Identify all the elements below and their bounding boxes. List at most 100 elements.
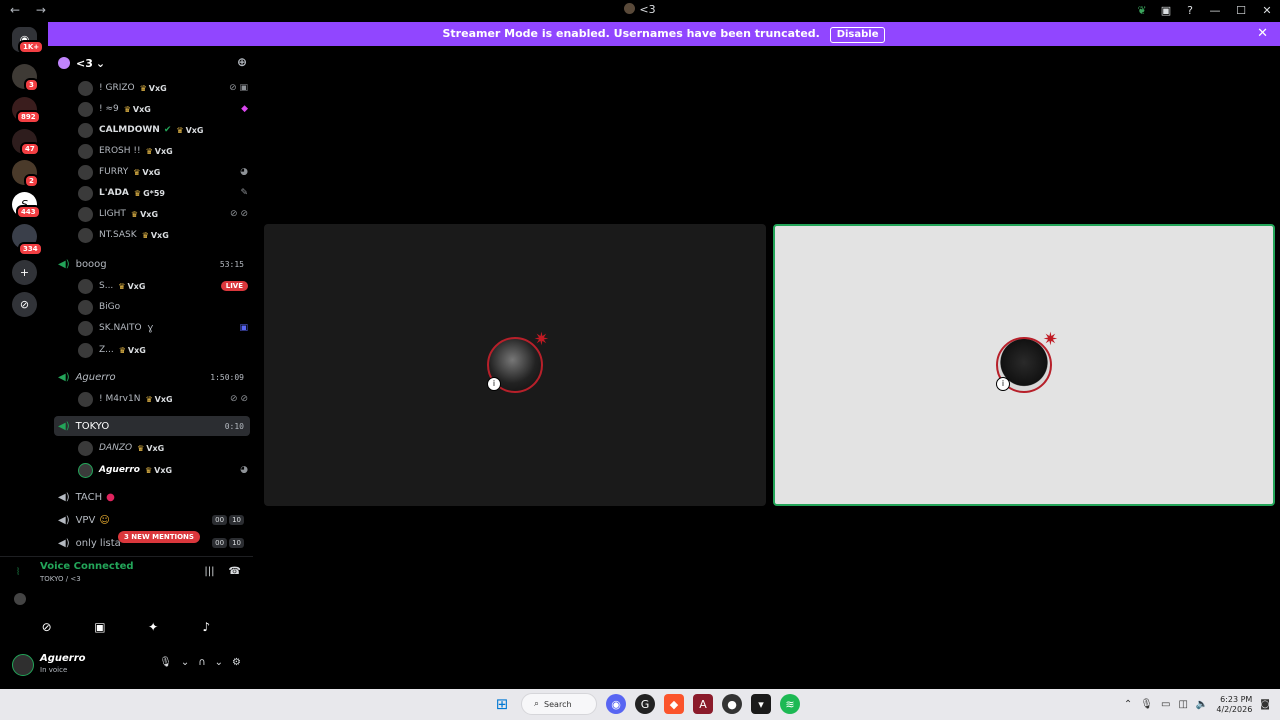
spotify-icon[interactable]: ≋	[780, 694, 800, 714]
g-app-icon[interactable]: G	[635, 694, 655, 714]
participant-avatar[interactable]	[14, 593, 26, 605]
voice-member[interactable]: ! M4rv1N VxG ⊘ ⊘	[78, 389, 248, 409]
member-tag: VxG	[176, 126, 204, 135]
brave-browser-icon[interactable]: ◆	[664, 694, 684, 714]
banner-close-icon[interactable]: ✕	[1257, 22, 1268, 46]
pill-icon: ●	[106, 491, 115, 503]
volume-icon[interactable]: 🔈	[1196, 699, 1208, 710]
screen-share-icon[interactable]: ▣	[85, 615, 115, 639]
emoji-icon: ☺	[99, 514, 110, 526]
user-name[interactable]: Aguerro	[40, 653, 86, 664]
adobe-app-icon[interactable]: A	[693, 694, 713, 714]
member-name: L'ADA	[99, 188, 129, 198]
unread-badge: 892	[16, 110, 41, 124]
avatar	[78, 278, 93, 294]
inbox-icon[interactable]: ▣	[1154, 4, 1178, 17]
chevron-down-icon[interactable]: ⌄	[181, 657, 189, 668]
leaf-icon[interactable]: ❦	[1130, 4, 1154, 17]
display-icon[interactable]: ▭	[1161, 699, 1170, 710]
avatar	[78, 391, 93, 407]
muted-deafened-icon: ⊘ ⊘	[230, 209, 248, 219]
speaker-icon: ◀)	[58, 514, 70, 526]
emoji-icon: Ɣ	[147, 323, 154, 333]
voice-channel-vpv[interactable]: ◀) VPV ☺ 00 10	[54, 510, 250, 530]
close-window-icon[interactable]: ✕	[1254, 4, 1280, 17]
voice-member[interactable]: S... VxG LIVE	[78, 276, 248, 296]
member-name: LIGHT	[99, 209, 126, 219]
voice-member[interactable]: CALMDOWN✔ VxG	[78, 120, 248, 140]
avatar	[78, 80, 93, 96]
clock[interactable]: 6:23 PM 4/2/2026	[1216, 695, 1252, 715]
camera-off-icon[interactable]: ⊘	[32, 615, 62, 639]
voice-location[interactable]: TOKYO / <3	[40, 575, 81, 583]
voice-member[interactable]: LIGHT VxG ⊘ ⊘	[78, 204, 248, 224]
add-server-icon[interactable]: +	[12, 260, 37, 285]
voice-member[interactable]: ! GRIZO VxG ⊘ ▣	[78, 78, 248, 98]
headphones-icon[interactable]: ∩	[198, 657, 205, 668]
avatar	[78, 440, 93, 456]
discord-app-icon[interactable]: ◉	[606, 694, 626, 714]
windows-start-icon[interactable]: ⊞	[492, 694, 512, 714]
invite-user-icon[interactable]: ⊕	[237, 55, 247, 69]
chevron-up-icon[interactable]: ⌃	[1124, 699, 1132, 710]
voice-member[interactable]: NT.SASK VxG	[78, 225, 248, 245]
unread-badge: 443	[16, 205, 41, 219]
voice-member[interactable]: FURRY VxG ◕	[78, 162, 248, 182]
voice-member[interactable]: Z... VxG	[78, 340, 248, 360]
voice-member-self[interactable]: Aguerro VxG ◕	[78, 460, 248, 480]
app-icon[interactable]: ▾	[751, 694, 771, 714]
star-decoration-icon: ✷	[1042, 329, 1058, 350]
voice-stage: ✷ i ✷ i	[257, 46, 1280, 686]
voice-status[interactable]: Voice Connected	[40, 561, 134, 572]
settings-gear-icon[interactable]: ⚙	[232, 657, 241, 668]
voice-connection-panel: ⦚ Voice Connected TOKYO / <3 ||| ☎ ⊘ ▣ ✦…	[0, 556, 253, 686]
streamer-mode-banner: Streamer Mode is enabled. Usernames have…	[48, 22, 1280, 46]
microphone-icon[interactable]: 🎙	[159, 657, 172, 668]
disconnect-icon[interactable]: ☎	[229, 566, 241, 577]
channel-sidebar: <3 ⌄ ⊕ ! GRIZO VxG ⊘ ▣ ! ≈9 VxG ◆ CALMDOWN✔ V…	[48, 46, 257, 556]
avatar[interactable]	[12, 654, 34, 676]
user-controls: 🎙 ⌄ ∩ ⌄ ⚙	[159, 657, 241, 668]
soundboard-icon[interactable]: ♪	[191, 615, 221, 639]
avatar	[78, 206, 93, 222]
unread-badge: 1K+	[18, 40, 45, 54]
taskbar-search[interactable]: ⌕ Search	[521, 693, 597, 715]
voice-member[interactable]: BiGo	[78, 297, 248, 317]
banner-message: Streamer Mode is enabled. Usernames have…	[442, 27, 820, 40]
voice-member[interactable]: DANZO VxG	[78, 438, 248, 458]
activities-icon[interactable]: ✦	[138, 615, 168, 639]
participant-tile[interactable]: ✷ i	[264, 224, 766, 506]
server-header[interactable]: <3 ⌄ ⊕	[48, 46, 257, 80]
member-tag: G*59	[134, 189, 165, 198]
chevron-down-icon[interactable]: ⌄	[215, 657, 223, 668]
help-icon[interactable]: ?	[1178, 4, 1202, 17]
voice-channel-tach[interactable]: ◀) TACH ●	[54, 487, 250, 507]
voice-member[interactable]: EROSH !! VxG	[78, 141, 248, 161]
voice-channel-booog[interactable]: ◀) booog 53:15	[54, 254, 250, 274]
avatar	[78, 227, 93, 243]
voice-member[interactable]: L'ADA G*59 ✎	[78, 183, 248, 203]
taskbar-apps: ⊞ ⌕ Search ◉ G ◆ A ● ▾ ≋	[492, 693, 800, 715]
voice-member[interactable]: ! ≈9 VxG ◆	[78, 99, 248, 119]
network-icon[interactable]: ◫	[1178, 699, 1187, 710]
noise-suppression-icon[interactable]: |||	[204, 566, 214, 577]
voice-channel-tokyo[interactable]: ◀) TOKYO 0:10	[54, 416, 250, 436]
notification-icon[interactable]: ◙	[1260, 699, 1270, 710]
disable-streamer-button[interactable]: Disable	[829, 27, 886, 43]
voice-member[interactable]: SK.NAITO Ɣ ▣	[78, 318, 248, 338]
channel-name: booog	[75, 258, 107, 270]
avatar	[78, 122, 93, 138]
voice-channel-aguerro[interactable]: ◀) Aguerro 1:50:09	[54, 367, 250, 387]
minimize-icon[interactable]: —	[1202, 4, 1228, 17]
microphone-icon[interactable]: 🎙	[1140, 699, 1153, 710]
signal-icon[interactable]: ⦚	[17, 567, 19, 578]
channel-list: ! GRIZO VxG ⊘ ▣ ! ≈9 VxG ◆ CALMDOWN✔ VxG EROS…	[48, 80, 257, 556]
live-badge[interactable]: LIVE	[220, 281, 248, 291]
app-icon[interactable]: ●	[722, 694, 742, 714]
maximize-icon[interactable]: ☐	[1228, 4, 1254, 17]
discover-icon[interactable]: ⊘	[12, 292, 37, 317]
new-mentions-pill[interactable]: 3 NEW MENTIONS	[118, 531, 200, 543]
participant-tile-speaking[interactable]: ✷ i	[773, 224, 1275, 506]
member-name: DANZO	[99, 443, 133, 453]
user-limit: 00 10	[212, 538, 244, 548]
